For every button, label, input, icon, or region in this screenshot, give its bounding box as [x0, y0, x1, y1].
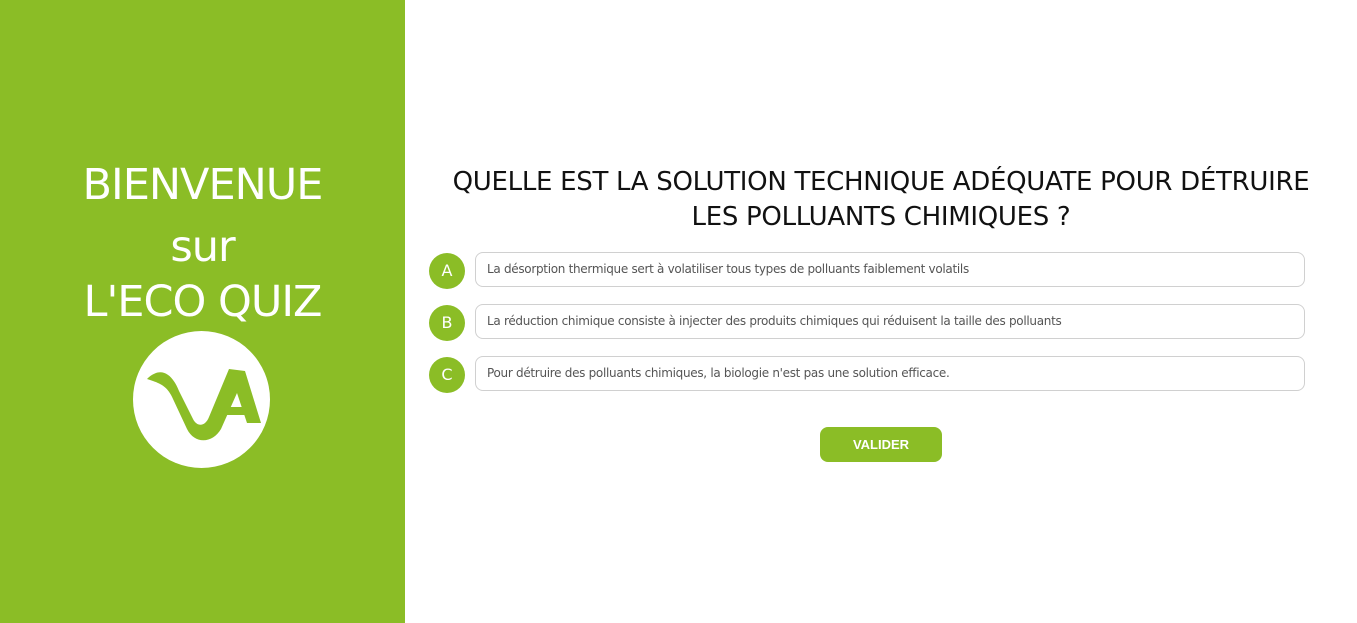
welcome-sidebar: BIENVENUE sur L'ECO QUIZ [0, 0, 405, 623]
va-logo-icon [133, 331, 270, 468]
answer-letter-badge[interactable]: C [429, 357, 465, 393]
answer-option-a[interactable]: A La désorption thermique sert à volatil… [429, 252, 1309, 289]
answer-list: A La désorption thermique sert à volatil… [429, 252, 1309, 408]
question-line2: LES POLLUANTS CHIMIQUES ? [691, 202, 1071, 232]
answer-letter-badge[interactable]: B [429, 305, 465, 341]
quiz-main: QUELLE EST LA SOLUTION TECHNIQUE ADÉQUAT… [405, 0, 1357, 623]
answer-text-box[interactable]: La désorption thermique sert à volatilis… [475, 252, 1305, 287]
answer-option-b[interactable]: B La réduction chimique consiste à injec… [429, 304, 1309, 341]
welcome-title-line2: sur [170, 222, 235, 272]
question-line1: QUELLE EST LA SOLUTION TECHNIQUE ADÉQUAT… [452, 167, 1310, 197]
question-title: QUELLE EST LA SOLUTION TECHNIQUE ADÉQUAT… [405, 165, 1357, 235]
answer-letter-badge[interactable]: A [429, 253, 465, 289]
validate-button[interactable]: VALIDER [820, 427, 942, 462]
quiz-page: BIENVENUE sur L'ECO QUIZ QUELLE EST LA S… [0, 0, 1357, 623]
answer-option-c[interactable]: C Pour détruire des polluants chimiques,… [429, 356, 1309, 393]
welcome-title-line3: L'ECO QUIZ [83, 277, 323, 327]
answer-text-box[interactable]: La réduction chimique consiste à injecte… [475, 304, 1305, 339]
answer-text-box[interactable]: Pour détruire des polluants chimiques, l… [475, 356, 1305, 391]
welcome-title-line1: BIENVENUE [82, 160, 324, 210]
